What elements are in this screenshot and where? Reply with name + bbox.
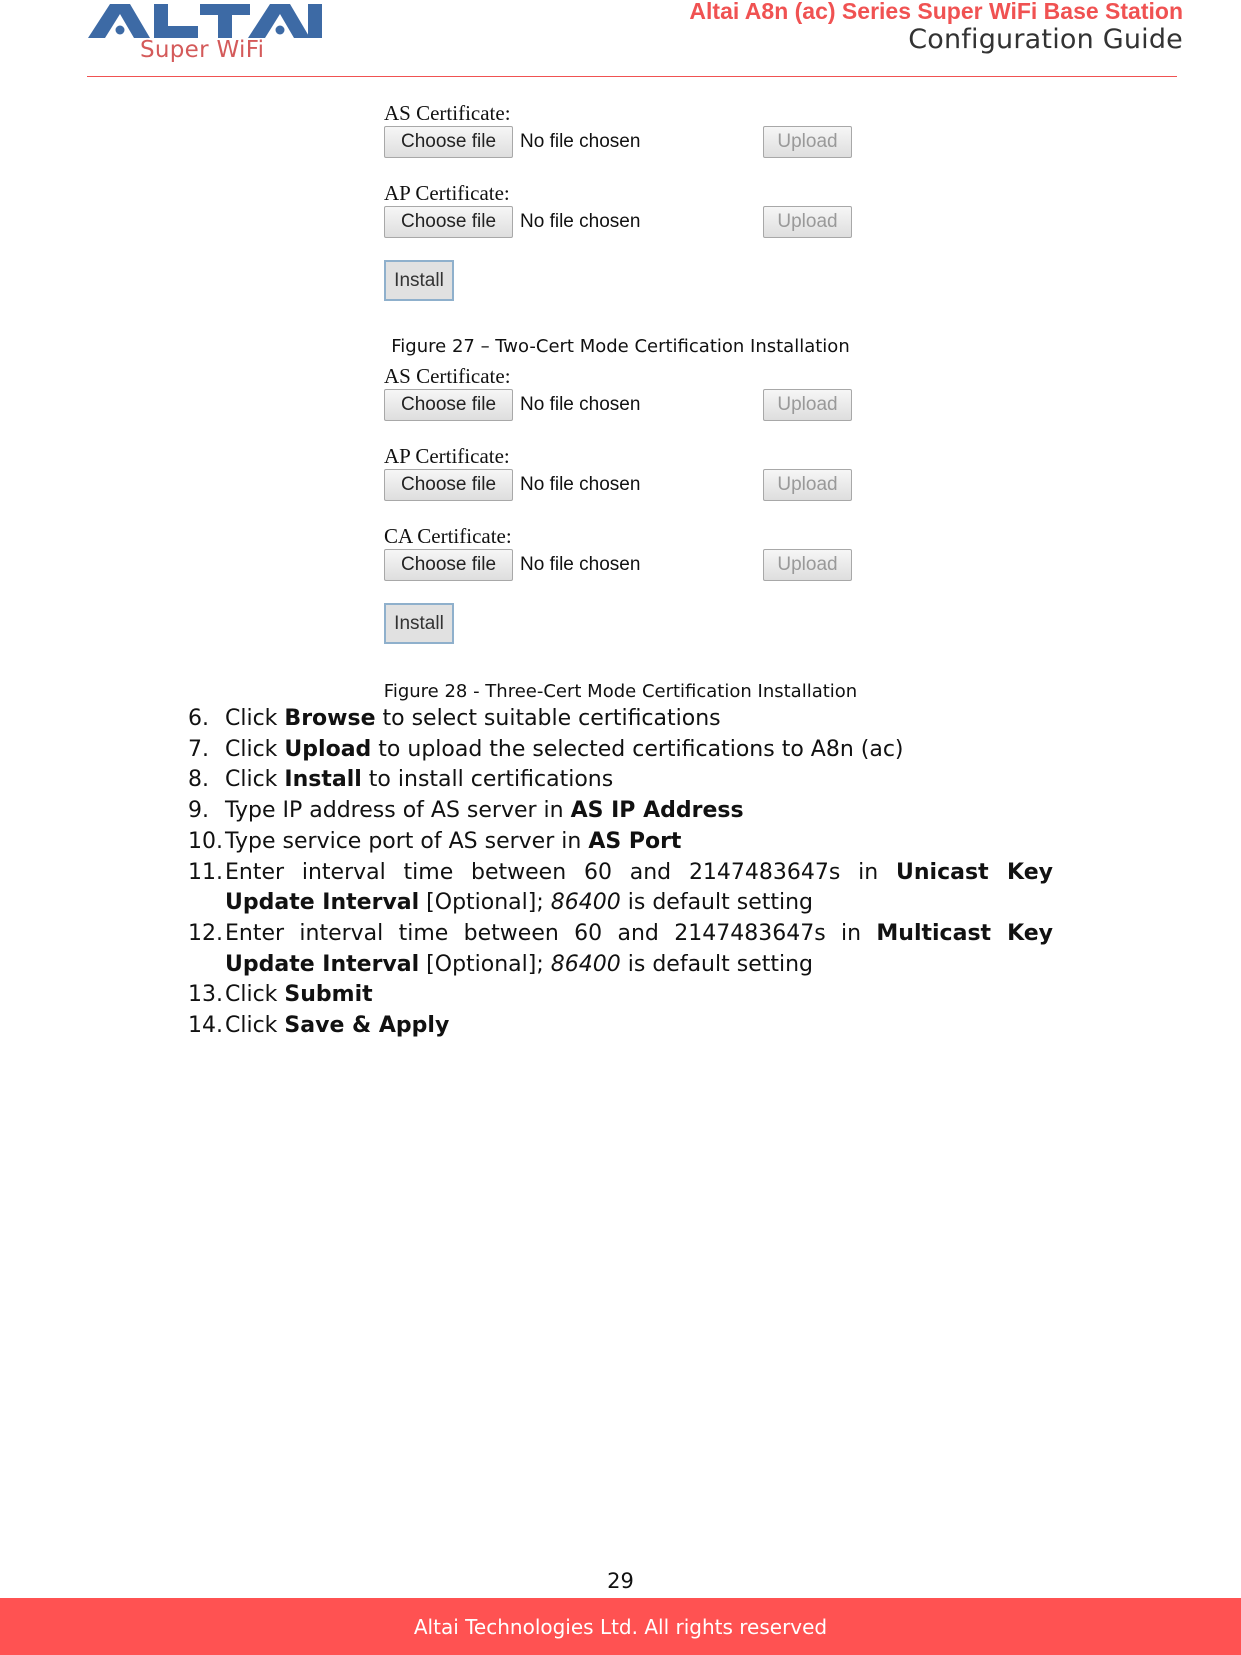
step-number: 13. — [188, 982, 223, 1008]
step-text: Enter interval time between 60 and 21474… — [225, 919, 1053, 980]
ui-term: Install — [284, 767, 362, 793]
logo-subtext: Super WiFi — [140, 37, 265, 63]
step-number: 14. — [188, 1013, 223, 1039]
step-text-part: is default setting — [620, 951, 813, 977]
ui-term: Save & Apply — [284, 1013, 450, 1039]
step-item: 6. Click Browse to select suitable certif… — [188, 704, 1053, 735]
ui-term: AS IP Address — [570, 798, 744, 824]
step-text-part: Type IP address of AS server in — [225, 798, 571, 824]
step-number: 9. — [188, 798, 209, 824]
choose-file-button[interactable]: Choose file — [384, 206, 513, 238]
cert-section-ap: AP Certificate: Choose file No file chos… — [384, 180, 854, 240]
step-text: Click Upload to upload the selected cert… — [225, 735, 1053, 766]
install-button[interactable]: Install — [384, 603, 454, 644]
file-row: Choose file No file chosen Upload — [384, 549, 854, 583]
step-item: 11. Enter interval time between 60 and 21… — [188, 858, 1053, 919]
choose-file-button[interactable]: Choose file — [384, 469, 513, 501]
cert-section-ca: CA Certificate: Choose file No file chos… — [384, 523, 854, 583]
step-text: Click Browse to select suitable certific… — [225, 704, 1053, 735]
install-button[interactable]: Install — [384, 260, 454, 301]
step-text: Type service port of AS server in AS Por… — [225, 827, 1053, 858]
step-item: 9. Type IP address of AS server in AS IP … — [188, 796, 1053, 827]
step-text-part: Click — [225, 767, 285, 793]
cert-section-ap: AP Certificate: Choose file No file chos… — [384, 443, 854, 503]
cert-section-as: AS Certificate: Choose file No file chos… — [384, 100, 854, 160]
ui-term: Browse — [284, 706, 376, 731]
step-text-part: Enter interval time between 60 and 21474… — [225, 920, 877, 946]
document-title: Altai A8n (ac) Series Super WiFi Base St… — [689, 0, 1183, 24]
header-divider — [87, 76, 1177, 77]
upload-button[interactable]: Upload — [763, 126, 852, 158]
document-subtitle: Configuration Guide — [908, 24, 1183, 55]
step-text-part: Click — [225, 706, 285, 731]
cert-label: AP Certificate: — [384, 181, 510, 205]
step-text-part: Enter interval time between 60 and 21474… — [225, 859, 897, 885]
upload-button[interactable]: Upload — [763, 469, 852, 501]
cert-section-as: AS Certificate: Choose file No file chos… — [384, 363, 854, 423]
cert-label: AP Certificate: — [384, 444, 510, 468]
step-number: 10. — [188, 828, 223, 854]
instruction-steps: 6. Click Browse to select suitable certif… — [188, 704, 1053, 1042]
step-text-part: [Optional]; — [419, 951, 551, 977]
step-text-part: to upload the selected certifications to… — [371, 736, 904, 762]
step-text-part: to install certifications — [361, 767, 614, 793]
step-text-part: Click — [225, 1013, 285, 1039]
step-text: Enter interval time between 60 and 21474… — [225, 858, 1053, 919]
step-text-part: Type service port of AS server in — [225, 828, 589, 854]
upload-button[interactable]: Upload — [763, 206, 852, 238]
choose-file-button[interactable]: Choose file — [384, 389, 513, 421]
file-status: No file chosen — [520, 131, 641, 152]
footer-bar: Altai Technologies Ltd. All rights reser… — [0, 1598, 1241, 1655]
ui-term: AS Port — [588, 828, 682, 854]
default-value: 86400 — [550, 951, 621, 977]
cert-label: AS Certificate: — [384, 101, 511, 125]
step-number: 11. — [188, 859, 223, 885]
copyright-text: Altai Technologies Ltd. All rights reser… — [413, 1614, 828, 1639]
step-number: 6. — [188, 706, 209, 731]
step-text-part: is default setting — [620, 890, 813, 916]
file-status: No file chosen — [520, 394, 641, 415]
step-text-part: [Optional]; — [419, 890, 551, 916]
step-text: Click Install to install certifications — [225, 765, 1053, 796]
step-item: 13. Click Submit — [188, 980, 1053, 1011]
cert-label: CA Certificate: — [384, 524, 512, 548]
file-status: No file chosen — [520, 554, 641, 575]
figure-27-caption: Figure 27 – Two-Cert Mode Certification … — [391, 336, 850, 357]
file-status: No file chosen — [520, 474, 641, 495]
step-number: 12. — [188, 920, 223, 946]
default-value: 86400 — [550, 890, 621, 916]
step-text-part: Click — [225, 982, 285, 1008]
step-number: 7. — [188, 736, 209, 762]
file-status: No file chosen — [520, 211, 641, 232]
step-item: 14. Click Save & Apply — [188, 1011, 1053, 1042]
step-item: 10. Type service port of AS server in AS … — [188, 827, 1053, 858]
two-cert-form-screenshot: AS Certificate: Choose file No file chos… — [384, 100, 854, 301]
upload-button[interactable]: Upload — [763, 389, 852, 421]
altai-logo: Super WiFi — [88, 2, 323, 68]
step-text: Click Save & Apply — [225, 1011, 1053, 1042]
step-item: 12. Enter interval time between 60 and 21… — [188, 919, 1053, 980]
ui-term: Submit — [284, 982, 373, 1008]
cert-label: AS Certificate: — [384, 364, 511, 388]
figure-28-caption: Figure 28 - Three-Cert Mode Certificatio… — [383, 681, 858, 702]
step-text: Click Submit — [225, 980, 1053, 1011]
step-text-part: to select suitable certifications — [375, 706, 721, 731]
page-number: 29 — [607, 1569, 634, 1593]
step-number: 8. — [188, 767, 209, 793]
step-item: 7. Click Upload to upload the selected ce… — [188, 735, 1053, 766]
choose-file-button[interactable]: Choose file — [384, 549, 513, 581]
three-cert-form-screenshot: AS Certificate: Choose file No file chos… — [384, 363, 854, 644]
file-row: Choose file No file chosen Upload — [384, 389, 854, 423]
altai-logo-mark-icon — [88, 4, 322, 38]
ui-term: Upload — [284, 736, 372, 762]
file-row: Choose file No file chosen Upload — [384, 206, 854, 240]
file-row: Choose file No file chosen Upload — [384, 469, 854, 503]
choose-file-button[interactable]: Choose file — [384, 126, 513, 158]
step-item: 8. Click Install to install certification… — [188, 765, 1053, 796]
file-row: Choose file No file chosen Upload — [384, 126, 854, 160]
step-text: Type IP address of AS server in AS IP Ad… — [225, 796, 1053, 827]
step-text-part: Click — [225, 736, 285, 762]
upload-button[interactable]: Upload — [763, 549, 852, 581]
